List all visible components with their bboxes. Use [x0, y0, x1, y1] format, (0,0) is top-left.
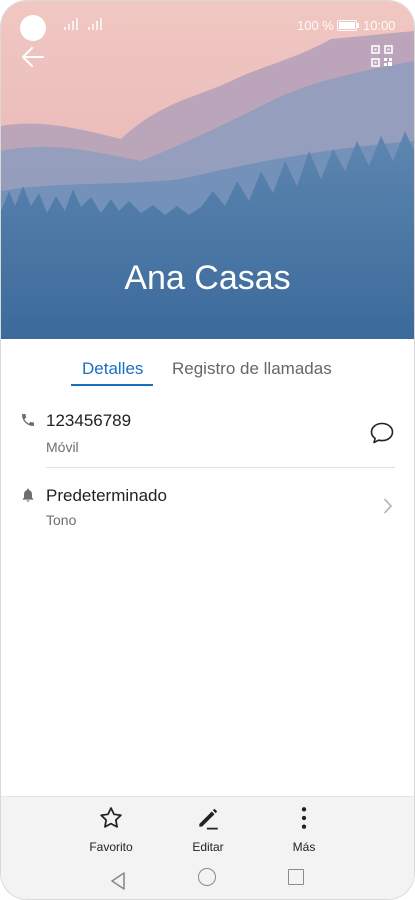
- ringtone-row[interactable]: Predeterminado Tono: [1, 471, 414, 537]
- active-tab-indicator: [71, 384, 153, 386]
- signal-icon-secondary: [88, 18, 102, 30]
- status-bar: 100 % 10:00: [1, 1, 414, 51]
- contact-header: 100 % 10:00 Ana Casas: [1, 1, 414, 339]
- edit-label: Editar: [192, 840, 224, 854]
- battery-icon: [337, 20, 359, 31]
- nav-recents-icon[interactable]: [288, 869, 304, 885]
- favorite-button[interactable]: Favorito: [76, 805, 146, 854]
- status-time: 10:00: [363, 18, 396, 33]
- pencil-icon: [199, 808, 218, 830]
- tab-details[interactable]: Detalles: [82, 359, 143, 379]
- phone-screen: 100 % 10:00 Ana Casas Detalles Registro …: [1, 1, 414, 899]
- nav-home-icon[interactable]: [198, 868, 216, 886]
- tab-call-log[interactable]: Registro de llamadas: [172, 359, 332, 379]
- phone-number-row[interactable]: 123456789 Móvil: [1, 401, 414, 469]
- battery-percentage: 100 %: [297, 18, 334, 33]
- ringtone-label: Tono: [46, 512, 77, 528]
- camera-cutout: [20, 15, 46, 41]
- phone-type: Móvil: [46, 439, 79, 455]
- star-icon: [100, 807, 122, 828]
- divider: [46, 467, 395, 468]
- qr-code-icon[interactable]: [371, 45, 393, 67]
- contact-name: Ana Casas: [124, 259, 291, 297]
- edit-button[interactable]: Editar: [173, 805, 243, 854]
- chevron-right-icon[interactable]: [383, 498, 393, 514]
- ringtone-value: Predeterminado: [46, 486, 167, 505]
- signal-icon: [64, 18, 78, 30]
- nav-back-icon[interactable]: [109, 871, 127, 891]
- phone-number: 123456789: [46, 411, 132, 430]
- more-vertical-icon: [301, 807, 307, 829]
- more-button[interactable]: Más: [269, 805, 339, 854]
- tab-bar: Detalles Registro de llamadas: [1, 339, 414, 395]
- more-label: Más: [292, 840, 316, 854]
- favorite-label: Favorito: [89, 840, 133, 854]
- back-arrow-icon[interactable]: [19, 43, 47, 71]
- message-icon[interactable]: [369, 421, 395, 445]
